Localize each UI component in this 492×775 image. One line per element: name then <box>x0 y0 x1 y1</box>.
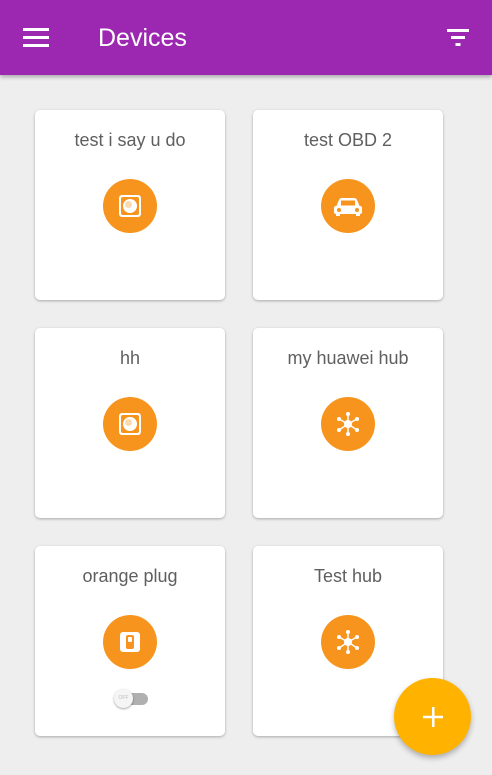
app-bar: Devices <box>0 0 492 75</box>
add-icon <box>422 706 443 727</box>
filter-button[interactable] <box>438 16 480 58</box>
add-device-button[interactable] <box>394 678 471 755</box>
hub-icon <box>321 615 375 669</box>
device-card[interactable]: hh <box>35 328 225 518</box>
device-name: Test hub <box>313 566 383 586</box>
device-name: hh <box>119 348 141 368</box>
menu-icon <box>23 28 49 47</box>
sensor-icon <box>103 397 157 451</box>
device-name: orange plug <box>82 566 178 586</box>
filter-icon <box>447 29 469 46</box>
device-name: test OBD 2 <box>303 130 393 150</box>
hub-icon <box>321 397 375 451</box>
device-name: my huawei hub <box>287 348 409 368</box>
page-title: Devices <box>98 24 187 52</box>
toggle-thumb: OFF <box>114 689 133 708</box>
car-icon <box>321 179 375 233</box>
device-name: test i say u do <box>74 130 186 150</box>
plug-icon <box>103 615 157 669</box>
power-toggle[interactable]: OFF <box>114 689 148 709</box>
device-card[interactable]: test OBD 2 <box>253 110 443 300</box>
device-card[interactable]: orange plug OFF <box>35 546 225 736</box>
menu-button[interactable] <box>14 16 60 58</box>
device-card[interactable]: test i say u do <box>35 110 225 300</box>
sensor-icon <box>103 179 157 233</box>
device-card[interactable]: my huawei hub <box>253 328 443 518</box>
